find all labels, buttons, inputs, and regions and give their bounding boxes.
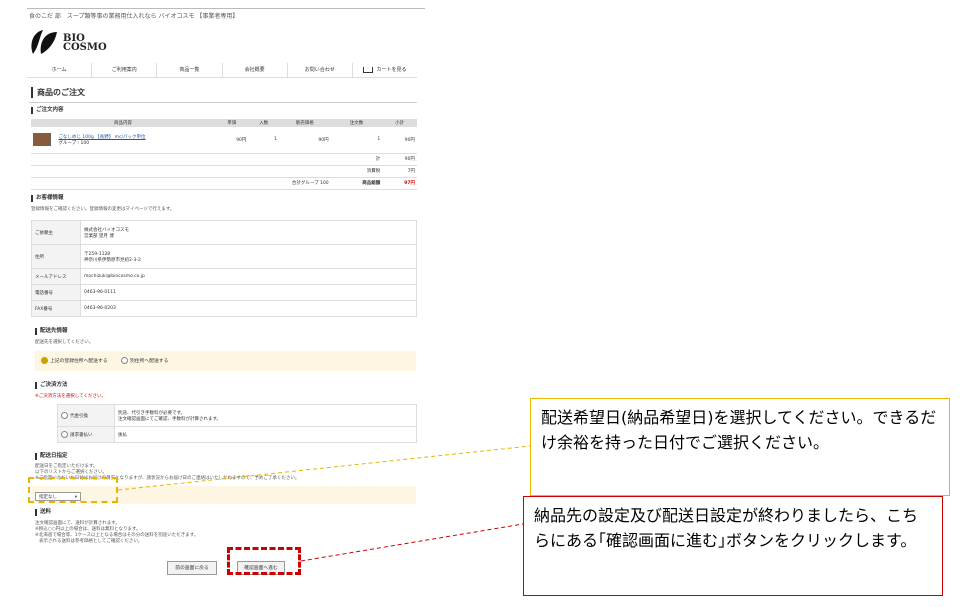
date-connector-line (117, 445, 531, 491)
confirm-callout: 納品先の設定及び配送日設定が終わりましたら、こちらにある｢確認画面に進む｣ボタン… (523, 496, 943, 596)
date-callout: 配送希望日(納品希望日)を選択してください。できるだけ余裕を持った日付でご選択く… (530, 398, 950, 496)
confirm-connector-line (300, 523, 524, 562)
